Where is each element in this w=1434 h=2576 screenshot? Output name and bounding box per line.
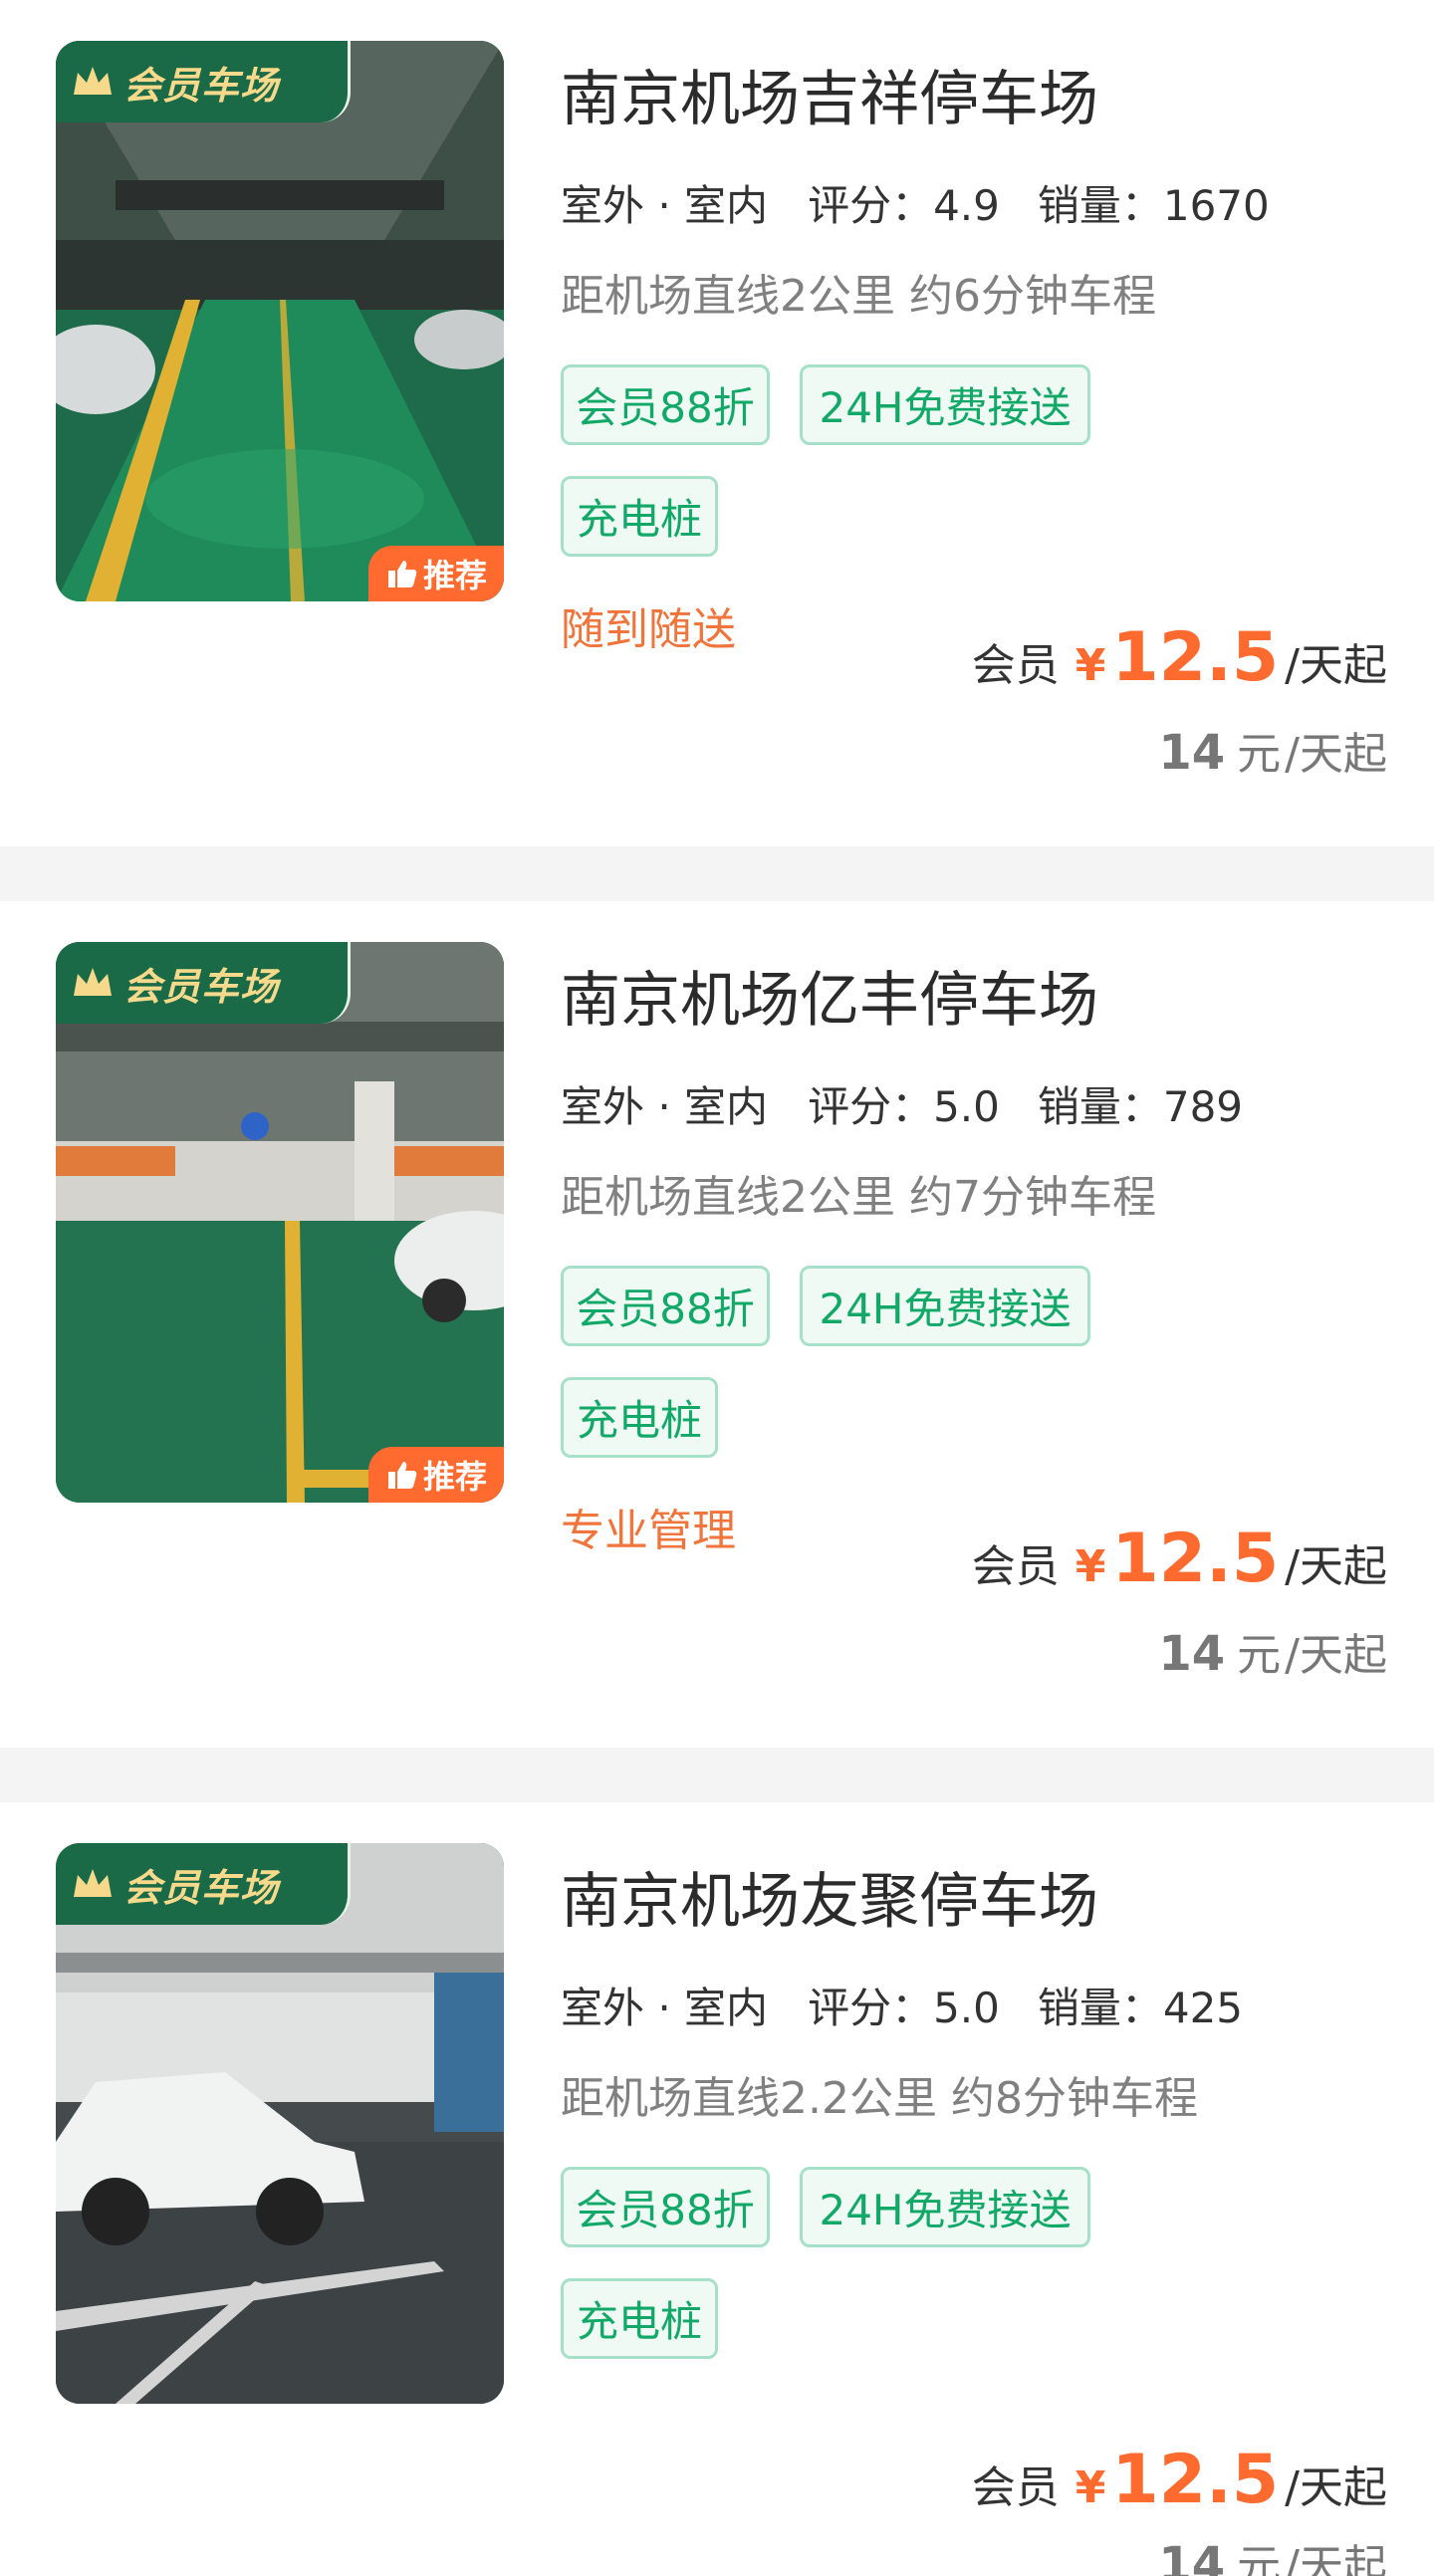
feature-tag: 24H免费接送 (800, 2167, 1090, 2247)
member-price: 会员 ¥ 12.5 /天起 (972, 1520, 1387, 1609)
thumbs-up-icon (387, 561, 417, 587)
garage-photo-image (56, 942, 504, 1503)
feature-tag: 会员88折 (561, 364, 770, 445)
member-price-value: 12.5 (1111, 2441, 1280, 2519)
recommend-label: 推荐 (422, 557, 487, 594)
lot-distance: 距机场直线2公里 约7分钟车程 (561, 1172, 1156, 1223)
vip-lot-badge: 会员车场 (56, 942, 351, 1024)
feature-tag: 24H免费接送 (800, 364, 1090, 445)
recommend-badge: 推荐 (368, 1447, 504, 1503)
parking-lot-photo[interactable]: 会员车场 推荐 (56, 41, 504, 601)
original-price: 14 元 /天起 (1158, 1619, 1387, 1689)
original-price-currency: 元 (1237, 1630, 1282, 1681)
currency-symbol: ¥ (1075, 2462, 1106, 2513)
original-price-unit: /天起 (1285, 729, 1387, 780)
member-price-label: 会员 (971, 2462, 1060, 2513)
member-price: 会员 ¥ 12.5 /天起 (972, 2441, 1387, 2530)
price-unit: /天起 (1285, 2462, 1387, 2513)
parking-lot-photo[interactable]: 会员车场 (56, 1843, 504, 2404)
price-unit: /天起 (1285, 640, 1387, 691)
lot-type: 室外 · 室内 (561, 172, 769, 237)
parking-lot-photo[interactable]: 会员车场 推荐 (56, 942, 504, 1503)
currency-symbol: ¥ (1075, 1541, 1106, 1592)
original-price-value: 14 (1158, 725, 1226, 781)
lot-distance: 距机场直线2.2公里 约8分钟车程 (561, 2073, 1198, 2124)
member-price-label: 会员 (971, 640, 1060, 691)
crown-icon (74, 67, 112, 95)
garage-photo-image (56, 1843, 504, 2404)
crown-icon (74, 968, 112, 996)
parking-lot-name[interactable]: 南京机场友聚停车场 (561, 1853, 1098, 1940)
vip-lot-badge: 会员车场 (56, 1843, 351, 1925)
card-divider (0, 1748, 1434, 1802)
parking-lot-meta: 室外 · 室内 评分：5.0 销量：789 (561, 1073, 1244, 1138)
member-price: 会员 ¥ 12.5 /天起 (972, 618, 1387, 708)
recommend-badge: 推荐 (368, 546, 504, 601)
parking-lot-card[interactable]: 会员车场 推荐 南京机场吉祥停车场 室外 · 室内 评分：4.9 销量：1670… (0, 0, 1434, 846)
lot-sales: 销量：425 (1037, 1983, 1244, 2032)
vip-lot-label: 会员车场 (123, 1865, 280, 1910)
original-price: 14 元 /天起 (1158, 2530, 1387, 2576)
original-price-value: 14 (1158, 2537, 1226, 2576)
member-price-value: 12.5 (1111, 618, 1280, 697)
parking-lot-name[interactable]: 南京机场吉祥停车场 (561, 51, 1098, 137)
lot-distance: 距机场直线2公里 约6分钟车程 (561, 271, 1156, 322)
original-price: 14 元 /天起 (1158, 718, 1387, 788)
parking-lot-card[interactable]: 会员车场 南京机场友聚停车场 室外 · 室内 评分：5.0 销量：425 距机场… (0, 1802, 1434, 2576)
parking-lot-card[interactable]: 会员车场 推荐 南京机场亿丰停车场 室外 · 室内 评分：5.0 销量：789 … (0, 901, 1434, 1748)
lot-sales: 销量：1670 (1037, 180, 1270, 230)
parking-lot-list: 会员车场 推荐 南京机场吉祥停车场 室外 · 室内 评分：4.9 销量：1670… (0, 0, 1434, 2576)
original-price-unit: /天起 (1285, 1630, 1387, 1681)
member-price-label: 会员 (971, 1541, 1060, 1592)
feature-tag: 充电桩 (561, 476, 718, 557)
parking-lot-name[interactable]: 南京机场亿丰停车场 (561, 952, 1098, 1039)
vip-lot-label: 会员车场 (123, 63, 280, 108)
original-price-value: 14 (1158, 1626, 1226, 1682)
feature-tag: 会员88折 (561, 1266, 770, 1346)
vip-lot-badge: 会员车场 (56, 41, 351, 122)
parking-lot-info: 南京机场吉祥停车场 室外 · 室内 评分：4.9 销量：1670 距机场直线2公… (561, 41, 1387, 798)
crown-icon (74, 1869, 112, 1897)
lot-slogan: 专业管理 (561, 1506, 736, 1556)
original-price-currency: 元 (1237, 2541, 1282, 2576)
garage-photo-image (56, 41, 504, 601)
original-price-unit: /天起 (1285, 2541, 1387, 2576)
parking-lot-meta: 室外 · 室内 评分：5.0 销量：425 (561, 1975, 1244, 2039)
vip-lot-label: 会员车场 (123, 964, 280, 1009)
lot-type: 室外 · 室内 (561, 1073, 769, 1138)
feature-tag: 充电桩 (561, 1377, 718, 1458)
lot-rating: 评分：5.0 (808, 1983, 1000, 2032)
price-unit: /天起 (1285, 1541, 1387, 1592)
lot-sales: 销量：789 (1037, 1081, 1244, 1131)
lot-slogan: 随到随送 (561, 604, 736, 655)
original-price-currency: 元 (1237, 729, 1282, 780)
parking-lot-meta: 室外 · 室内 评分：4.9 销量：1670 (561, 172, 1270, 237)
lot-type: 室外 · 室内 (561, 1975, 769, 2039)
card-divider (0, 846, 1434, 901)
lot-rating: 评分：5.0 (808, 1081, 1000, 1131)
feature-tag: 充电桩 (561, 2278, 718, 2359)
feature-tag: 会员88折 (561, 2167, 770, 2247)
feature-tag: 24H免费接送 (800, 1266, 1090, 1346)
currency-symbol: ¥ (1075, 640, 1106, 691)
lot-rating: 评分：4.9 (808, 180, 1000, 230)
recommend-label: 推荐 (422, 1458, 487, 1496)
member-price-value: 12.5 (1111, 1520, 1280, 1598)
parking-lot-info: 南京机场亿丰停车场 室外 · 室内 评分：5.0 销量：789 距机场直线2公里… (561, 942, 1387, 1699)
thumbs-up-icon (387, 1462, 417, 1489)
parking-lot-info: 南京机场友聚停车场 室外 · 室内 评分：5.0 销量：425 距机场直线2.2… (561, 1843, 1387, 2576)
